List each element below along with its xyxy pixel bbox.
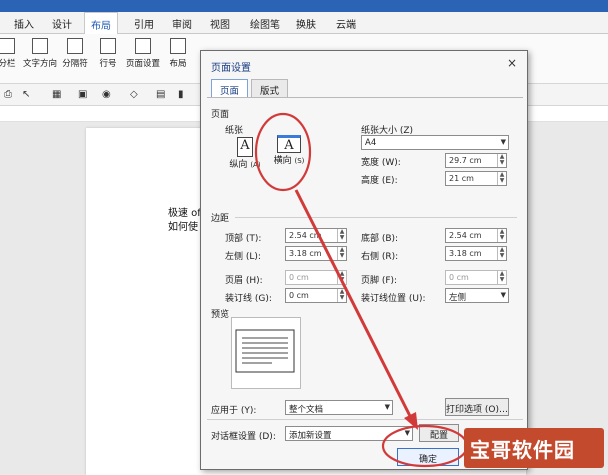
- annotation-circle-orientation: [254, 112, 312, 192]
- annotation-arrow: [294, 189, 414, 421]
- annotation-circle-ok: [381, 424, 469, 468]
- watermark-logo: 宝哥软件园: [464, 428, 604, 468]
- annotation-overlay: [254, 112, 469, 468]
